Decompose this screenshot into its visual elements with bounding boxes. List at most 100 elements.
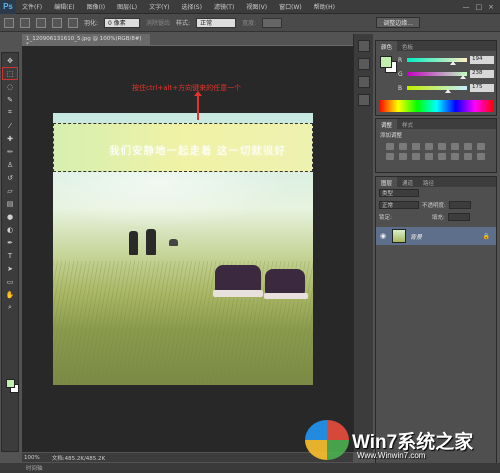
curves-icon[interactable] — [412, 143, 420, 150]
color-lookup-icon[interactable] — [412, 153, 420, 160]
menu-edit[interactable]: 编辑(E) — [48, 2, 80, 11]
layer-kind-filter[interactable]: 类型 — [379, 189, 419, 197]
slider-thumb[interactable] — [459, 75, 466, 79]
slider-r[interactable]: R 194 — [398, 55, 496, 65]
tab-channels[interactable]: 通道 — [397, 177, 418, 187]
close-icon[interactable]: × — [488, 3, 494, 11]
color-foreground-swatch[interactable] — [380, 56, 392, 68]
vibrance-icon[interactable] — [438, 143, 446, 150]
tab-styles[interactable]: 样式 — [397, 119, 418, 129]
document-image[interactable]: 我们安静地一起走着 这一切就很好 — [53, 113, 313, 385]
slider-b[interactable]: B 175 — [398, 83, 496, 93]
opacity-input[interactable] — [448, 201, 471, 209]
menu-type[interactable]: 文字(Y) — [143, 2, 175, 11]
tab-swatches[interactable]: 色板 — [397, 41, 418, 51]
doc-size[interactable]: 文档:485.2K/485.2K — [52, 454, 105, 462]
invert-icon[interactable] — [425, 153, 433, 160]
history-brush-tool-icon[interactable]: ↺ — [3, 172, 17, 183]
healing-tool-icon[interactable]: ✚ — [3, 133, 17, 144]
maximize-icon[interactable]: □ — [476, 3, 483, 11]
blur-tool-icon[interactable]: ● — [3, 211, 17, 222]
menu-layer[interactable]: 图层(L) — [111, 2, 143, 11]
posterize-icon[interactable] — [438, 153, 446, 160]
channel-value-input[interactable]: 175 — [470, 84, 494, 92]
lock-icons[interactable] — [395, 213, 429, 221]
foreground-color-swatch[interactable] — [6, 379, 15, 388]
tab-paths[interactable]: 路径 — [418, 177, 439, 187]
feather-input[interactable]: 0 像素 — [104, 17, 141, 28]
slider-thumb[interactable] — [445, 89, 452, 93]
slider-thumb[interactable] — [449, 61, 456, 65]
crop-tool-icon[interactable]: ⌗ — [3, 107, 17, 118]
menu-help[interactable]: 帮助(H) — [308, 2, 341, 11]
gradient-map-icon[interactable] — [464, 153, 472, 160]
eyedropper-tool-icon[interactable]: ⁄ — [3, 120, 17, 131]
dodge-tool-icon[interactable]: ◐ — [3, 224, 17, 235]
eye-icon[interactable]: ◉ — [380, 232, 388, 240]
channel-value-input[interactable]: 238 — [470, 70, 494, 78]
color-spectrum[interactable] — [379, 100, 494, 112]
menu-image[interactable]: 图像(I) — [81, 2, 111, 11]
photo-filter-icon[interactable] — [386, 153, 394, 160]
minimize-icon[interactable]: — — [463, 3, 470, 11]
menu-filter[interactable]: 滤镜(T) — [208, 2, 240, 11]
tab-layers[interactable]: 图层 — [376, 177, 398, 187]
color-balance-icon[interactable] — [464, 143, 472, 150]
gradient-tool-icon[interactable]: ▤ — [3, 198, 17, 209]
zoom-tool-icon[interactable]: ⌕ — [3, 302, 17, 313]
brush-tool-icon[interactable]: ✏ — [3, 146, 17, 157]
zoom-level[interactable]: 100% — [24, 455, 40, 461]
width-input[interactable] — [262, 17, 283, 28]
hand-tool-icon[interactable]: ✋ — [3, 289, 17, 300]
paragraph-panel-icon[interactable] — [357, 94, 370, 106]
brightness-icon[interactable] — [386, 143, 394, 150]
black-white-icon[interactable] — [477, 143, 485, 150]
history-panel-icon[interactable] — [357, 40, 370, 52]
character-panel-icon[interactable] — [357, 76, 370, 88]
menu-window[interactable]: 窗口(W) — [273, 2, 308, 11]
clone-stamp-tool-icon[interactable]: ♙ — [3, 159, 17, 170]
slider-track[interactable] — [407, 58, 467, 65]
channel-mixer-icon[interactable] — [399, 153, 407, 160]
channel-value-input[interactable]: 194 — [470, 56, 494, 64]
hue-saturation-icon[interactable] — [451, 143, 459, 150]
eraser-tool-icon[interactable]: ▱ — [3, 185, 17, 196]
marquee-tool-icon[interactable]: ⬚ — [2, 67, 18, 80]
layer-name[interactable]: 背景 — [410, 232, 422, 241]
layer-row-background[interactable]: ◉ 背景 🔒 — [376, 227, 496, 245]
intersect-selection-icon[interactable] — [68, 17, 78, 28]
selective-color-icon[interactable] — [477, 153, 485, 160]
path-select-tool-icon[interactable]: ➤ — [3, 263, 17, 274]
threshold-icon[interactable] — [451, 153, 459, 160]
blend-mode-select[interactable]: 正常 — [379, 201, 419, 209]
properties-panel-icon[interactable] — [357, 58, 370, 70]
shape-tool-icon[interactable]: ▭ — [3, 276, 17, 287]
tab-color[interactable]: 颜色 — [376, 41, 398, 51]
fill-input[interactable] — [447, 213, 470, 221]
add-selection-icon[interactable] — [36, 17, 46, 28]
type-tool-icon[interactable]: T — [3, 250, 17, 261]
levels-icon[interactable] — [399, 143, 407, 150]
new-selection-icon[interactable] — [20, 17, 30, 28]
slider-g[interactable]: G 238 — [398, 69, 496, 79]
document-tab[interactable]: 1_120906131610_5.jpg @ 100%(RGB/8#) * — [22, 34, 150, 48]
exposure-icon[interactable] — [425, 143, 433, 150]
slider-track[interactable] — [407, 72, 467, 79]
marquee-preset-icon[interactable] — [4, 17, 14, 28]
person-figure — [146, 229, 156, 255]
quick-select-tool-icon[interactable]: ✎ — [3, 94, 17, 105]
marquee-selection[interactable] — [53, 123, 313, 172]
refine-edge-button[interactable]: 调整边缘... — [376, 17, 420, 28]
lasso-tool-icon[interactable]: ◌ — [3, 81, 17, 92]
pen-tool-icon[interactable]: ✒ — [3, 237, 17, 248]
menu-view[interactable]: 视图(V) — [240, 2, 273, 11]
subtract-selection-icon[interactable] — [52, 17, 62, 28]
menu-select[interactable]: 选择(S) — [175, 2, 208, 11]
timeline-label[interactable]: 时间轴 — [26, 464, 43, 472]
style-select[interactable]: 正常 — [196, 17, 237, 28]
menu-file[interactable]: 文件(F) — [16, 2, 48, 11]
move-tool-icon[interactable]: ✥ — [3, 55, 17, 66]
slider-track[interactable] — [407, 86, 467, 93]
antialias-checkbox[interactable]: 消除锯齿 — [146, 18, 170, 27]
tab-adjustments[interactable]: 调整 — [376, 119, 398, 129]
